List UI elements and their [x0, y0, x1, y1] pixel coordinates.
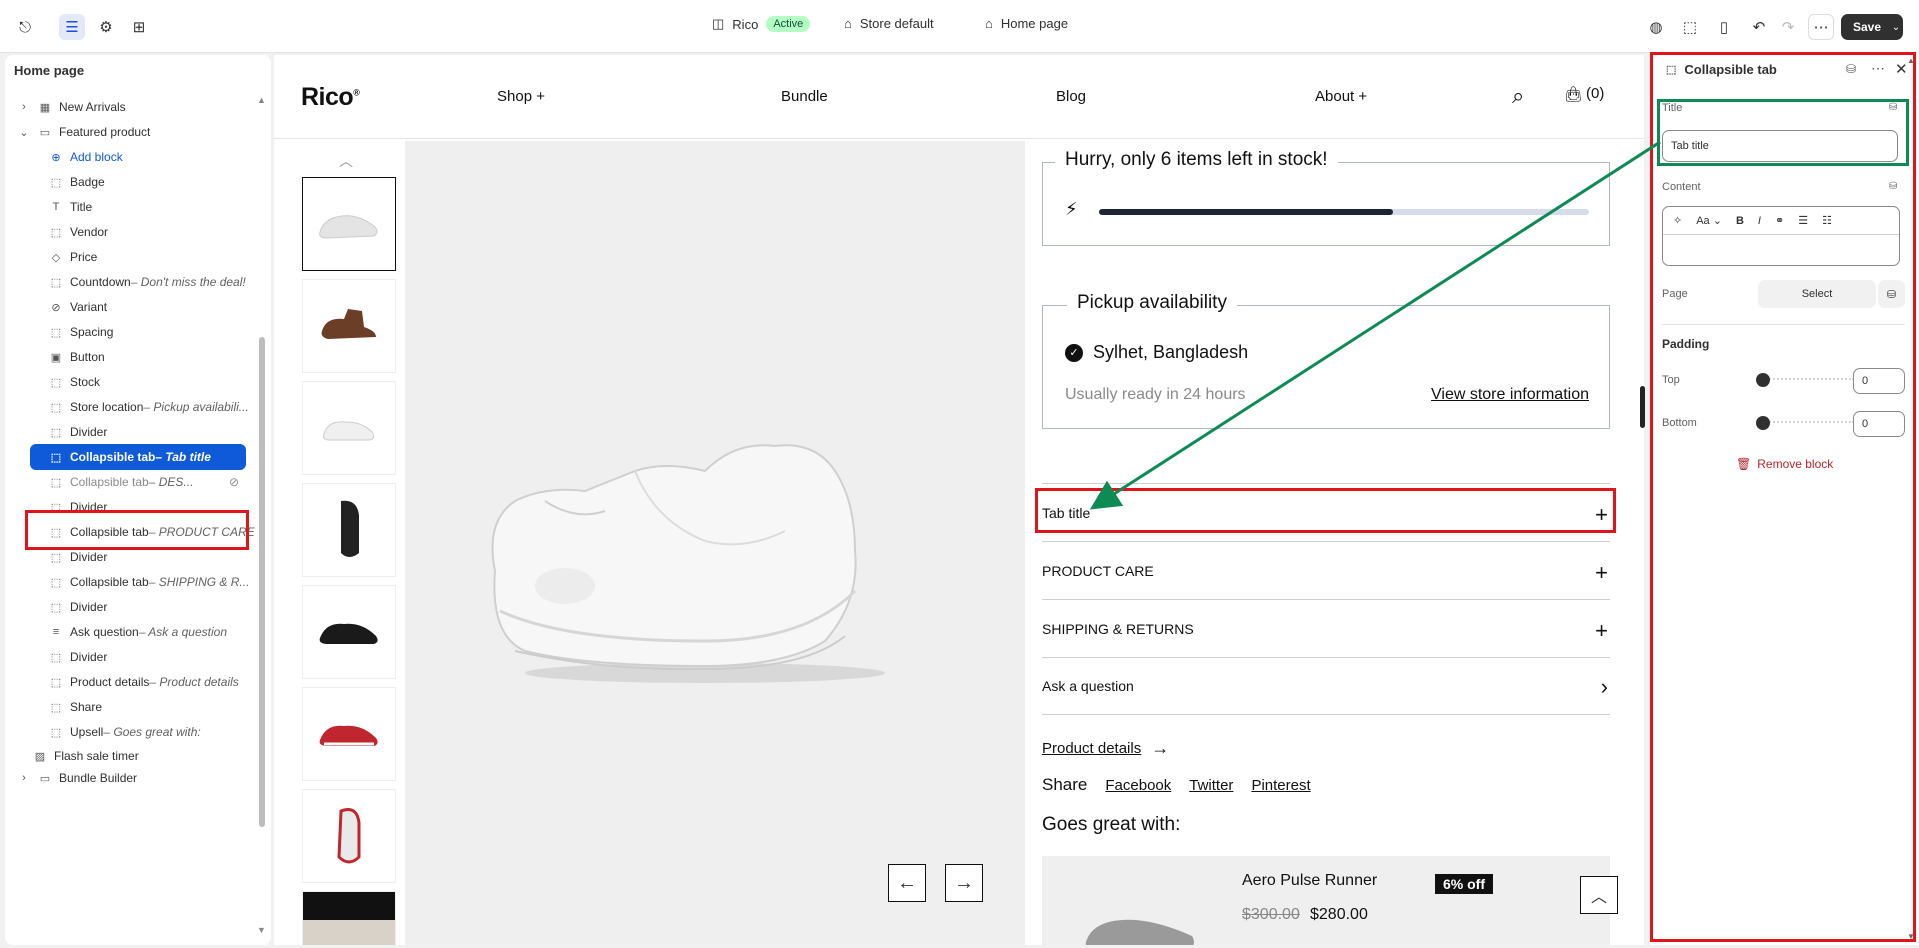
annotation-arrow	[1089, 140, 1661, 510]
